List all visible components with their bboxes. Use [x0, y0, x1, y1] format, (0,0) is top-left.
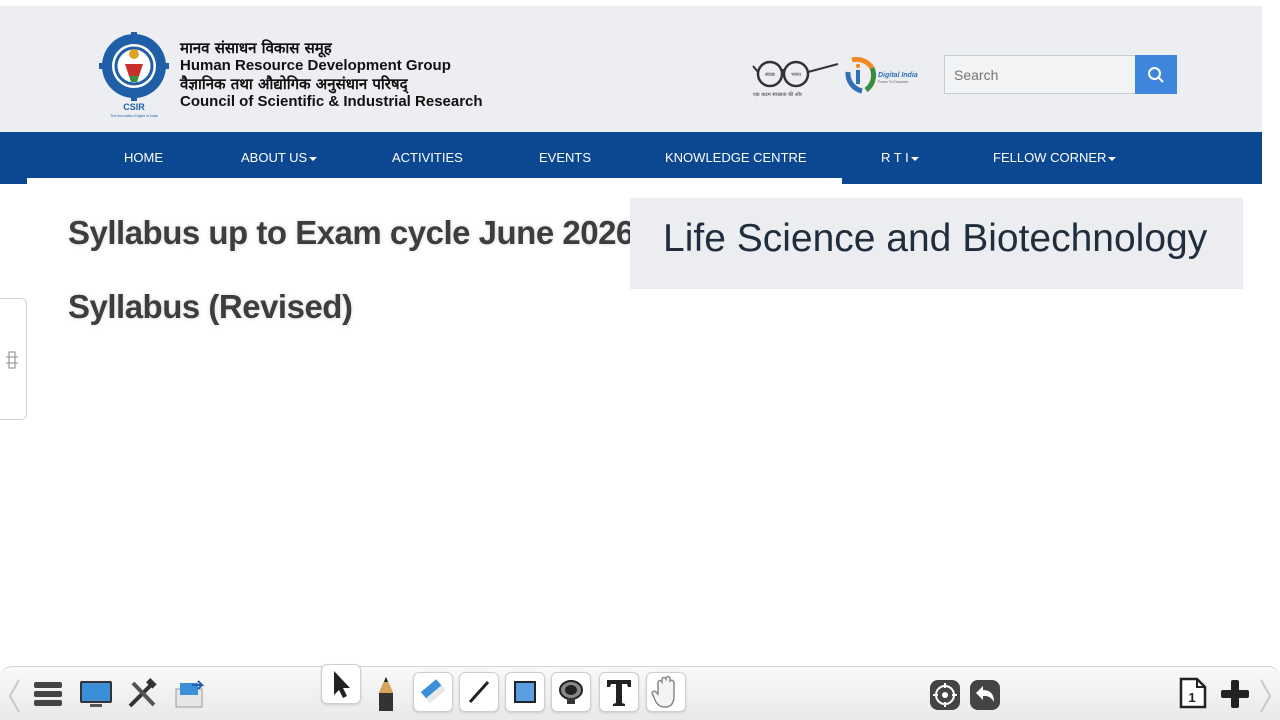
nav-underline [27, 178, 842, 184]
search-icon [1148, 66, 1164, 83]
nav-item-fellow-corner[interactable]: FELLOW CORNER [993, 132, 1117, 184]
nav-label-fellow-corner: FELLOW CORNER [993, 150, 1107, 165]
caret-down-icon [910, 156, 919, 161]
pointer-tool-button[interactable] [321, 664, 361, 704]
undo-icon [970, 680, 1000, 710]
swachh-word-1: स्वच्छ [765, 72, 776, 78]
add-icon [1221, 680, 1249, 708]
desktop-icon [80, 681, 112, 707]
page-number: 1 [1188, 690, 1195, 705]
desktop-button[interactable] [76, 674, 116, 714]
main-navigation: HOME ABOUT US ACTIVITIES EVENTS KNOWLEDG… [0, 132, 1262, 184]
org-hindi-line-2: वैज्ञानिक तथा औद्योगिक अनुसंधान परिषद् [180, 75, 408, 93]
drawer-handle-icon [6, 351, 18, 369]
switch-button[interactable] [170, 674, 210, 714]
nav-label-about-us: ABOUT US [241, 150, 308, 165]
site-header: CSIR The Innovation Engine of India मानव… [0, 6, 1262, 132]
org-english-line-1: Human Resource Development Group [180, 57, 451, 74]
swachh-word-2: भारत [791, 72, 801, 78]
search-input[interactable] [944, 55, 1136, 94]
org-hindi-line-1: मानव संसाधन विकास समूह [180, 39, 332, 57]
switch-icon [175, 680, 205, 708]
nav-item-rti[interactable]: R T I [881, 132, 919, 184]
syllabus-heading[interactable]: Syllabus up to Exam cycle June 2026 [68, 214, 634, 252]
csir-logo[interactable]: CSIR The Innovation Engine of India [99, 32, 169, 118]
eraser-icon [420, 679, 446, 703]
nav-label-knowledge-centre: KNOWLEDGE CENTRE [665, 150, 807, 165]
page: CSIR The Innovation Engine of India मानव… [0, 0, 1280, 720]
toolbar-scroll-left-icon[interactable] [6, 676, 22, 716]
subject-panel: Life Science and Biotechnology [630, 198, 1243, 289]
pencil-tool-button[interactable] [366, 674, 406, 714]
rectangle-icon [514, 681, 536, 703]
nav-label-events: EVENTS [539, 150, 592, 165]
page-icon: 1 [1179, 677, 1207, 709]
spotlight-tool-button[interactable] [551, 672, 591, 712]
swachh-bharat-logo[interactable]: स्वच्छ भारत एक कदम स्वच्छता की ओर [750, 54, 840, 100]
digital-india-tagline: Power To Empower [878, 80, 909, 84]
subject-title: Life Science and Biotechnology [663, 217, 1208, 260]
text-icon [607, 680, 631, 706]
toolbar-scroll-right-icon[interactable] [1258, 676, 1274, 716]
rectangle-tool-button[interactable] [505, 672, 545, 712]
tools-button[interactable] [122, 674, 162, 714]
nav-label-home: HOME [124, 150, 163, 165]
syllabus-revised-heading[interactable]: Syllabus (Revised) [68, 288, 353, 326]
target-icon [930, 680, 960, 710]
nav-label-activities: ACTIVITIES [392, 150, 463, 165]
pencil-icon [379, 677, 393, 711]
undo-button[interactable] [965, 675, 1005, 715]
side-drawer-tab[interactable] [0, 298, 27, 420]
nav-item-home[interactable]: HOME [124, 132, 163, 184]
hand-tool-button[interactable] [646, 672, 686, 712]
caret-down-icon [1108, 156, 1117, 161]
spotlight-icon [559, 680, 583, 704]
nav-item-events[interactable]: EVENTS [539, 132, 591, 184]
add-page-button[interactable] [1215, 674, 1255, 714]
menu-button[interactable] [28, 674, 68, 714]
page-button[interactable]: 1 [1173, 673, 1213, 713]
logo-tagline: The Innovation Engine of India [110, 114, 158, 118]
tools-icon [128, 678, 157, 708]
nav-item-knowledge-centre[interactable]: KNOWLEDGE CENTRE [665, 132, 807, 184]
line-icon [468, 680, 490, 704]
line-tool-button[interactable] [459, 672, 499, 712]
swachh-tagline: एक कदम स्वच्छता की ओर [753, 91, 803, 98]
text-tool-button[interactable] [599, 672, 639, 712]
digital-india-logo[interactable]: Digital India Power To Empower [842, 54, 922, 96]
nav-item-activities[interactable]: ACTIVITIES [392, 132, 463, 184]
org-english-line-2: Council of Scientific & Industrial Resea… [180, 93, 483, 110]
logo-text: CSIR [123, 102, 145, 112]
nav-label-rti: R T I [881, 150, 909, 165]
menu-icon [34, 682, 62, 706]
caret-down-icon [309, 156, 318, 161]
pointer-icon [334, 671, 350, 698]
digital-india-title: Digital India [878, 72, 918, 79]
nav-item-about-us[interactable]: ABOUT US [241, 132, 318, 184]
eraser-tool-button[interactable] [413, 672, 453, 712]
search-button[interactable] [1135, 55, 1177, 94]
locate-button[interactable] [925, 675, 965, 715]
hand-icon [651, 675, 675, 708]
organization-title[interactable]: मानव संसाधन विकास समूह Human Resource De… [180, 39, 483, 111]
